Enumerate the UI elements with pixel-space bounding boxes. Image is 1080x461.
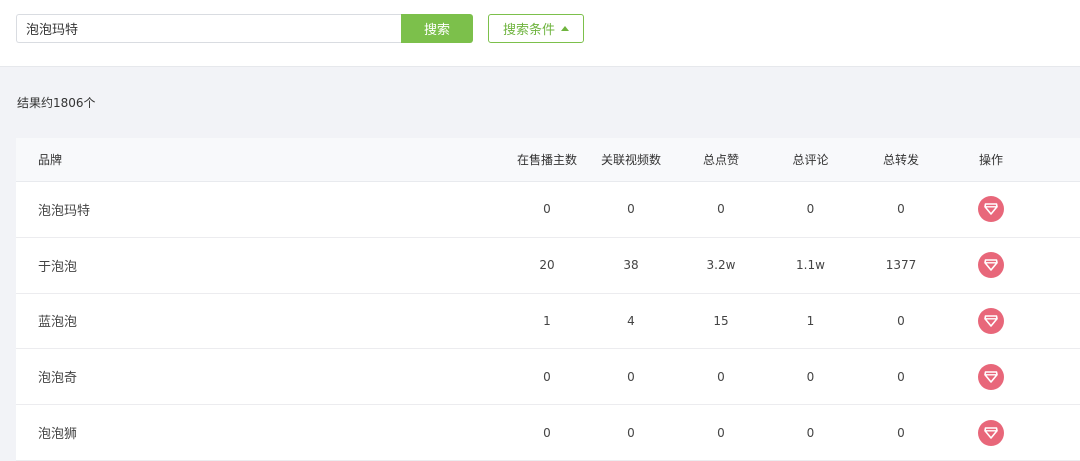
header-brand: 品牌: [38, 153, 63, 167]
cell-sellers: 0: [543, 425, 551, 440]
cell-likes: 15: [713, 313, 729, 328]
cell-shares: 0: [897, 425, 905, 440]
cell-videos: 38: [623, 258, 639, 273]
cell-comments: 1: [806, 313, 815, 328]
cell-brand[interactable]: 泡泡玛特: [16, 200, 512, 219]
header-shares: 总转发: [882, 153, 919, 167]
cell-comments: 0: [806, 369, 815, 384]
cell-brand[interactable]: 于泡泡: [16, 256, 512, 275]
cell-action: [943, 419, 1039, 446]
cell-likes: 0: [717, 202, 725, 217]
cell-action: [943, 363, 1039, 390]
cell-videos: 4: [627, 313, 635, 328]
cell-brand[interactable]: 蓝泡泡: [16, 311, 512, 330]
header-likes: 总点赞: [702, 153, 739, 167]
cell-sellers: 20: [539, 258, 555, 273]
cell-likes: 3.2w: [706, 258, 736, 273]
cell-brand[interactable]: 泡泡奇: [16, 367, 512, 386]
cell-shares: 0: [897, 202, 905, 217]
header-comments: 总评论: [792, 153, 829, 167]
cell-videos: 0: [627, 202, 635, 217]
header-sellers: 在售播主数: [516, 153, 577, 167]
diamond-icon[interactable]: [978, 307, 1004, 334]
cell-videos: 0: [627, 369, 635, 384]
search-bar: 搜索 搜索条件: [0, 0, 1080, 67]
diamond-icon[interactable]: [978, 252, 1004, 279]
cell-likes: 0: [717, 369, 725, 384]
cell-videos: 0: [627, 425, 635, 440]
table-row: 泡泡玛特 0 0 0 0 0: [16, 182, 1080, 238]
diamond-icon[interactable]: [978, 419, 1004, 446]
header-videos: 关联视频数: [600, 153, 661, 167]
brand-table: 品牌 在售播主数 关联视频数 总点赞 总评论 总转发 操作 泡泡玛特 0 0 0…: [16, 138, 1080, 461]
table-row: 于泡泡 20 38 3.2w 1.1w 1377: [16, 238, 1080, 294]
cell-shares: 1377: [885, 258, 917, 273]
cell-comments: 0: [806, 425, 815, 440]
diamond-icon[interactable]: [978, 363, 1004, 390]
search-button[interactable]: 搜索: [401, 14, 473, 43]
cell-action: [943, 252, 1039, 279]
cell-comments: 0: [806, 202, 815, 217]
cell-brand[interactable]: 泡泡狮: [16, 423, 512, 442]
cell-shares: 0: [897, 313, 905, 328]
cell-sellers: 1: [543, 313, 551, 328]
search-conditions-label: 搜索条件: [502, 23, 555, 38]
result-count: 结果约1806个: [17, 96, 96, 110]
cell-action: [943, 196, 1039, 223]
cell-action: [943, 307, 1039, 334]
search-input[interactable]: [16, 14, 402, 43]
caret-up-icon: [561, 25, 569, 31]
cell-comments: 1.1w: [796, 258, 825, 273]
table-row: 蓝泡泡 1 4 15 1 0: [16, 294, 1080, 350]
table-row: 泡泡奇 0 0 0 0 0: [16, 349, 1080, 406]
cell-likes: 0: [717, 425, 725, 440]
cell-sellers: 0: [543, 202, 551, 217]
diamond-icon[interactable]: [978, 196, 1004, 223]
header-action: 操作: [978, 153, 1003, 167]
table-header: 品牌 在售播主数 关联视频数 总点赞 总评论 总转发 操作: [16, 138, 1080, 182]
cell-sellers: 0: [543, 369, 551, 384]
search-conditions-button[interactable]: 搜索条件: [488, 14, 584, 43]
cell-shares: 0: [897, 369, 905, 384]
table-row: 泡泡狮 0 0 0 0 0: [16, 405, 1080, 461]
